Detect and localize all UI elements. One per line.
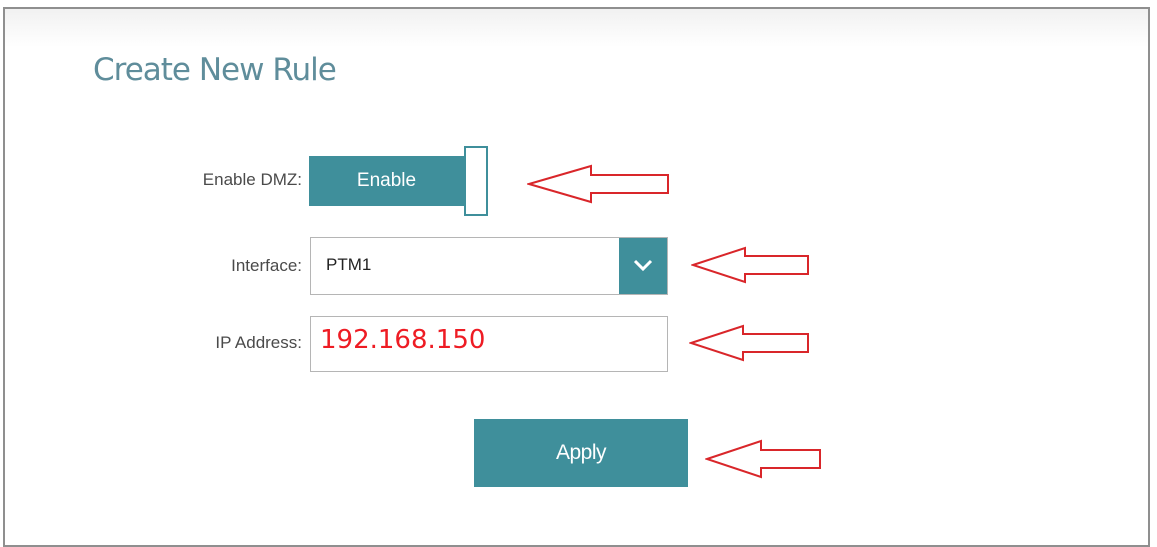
interface-label: Interface: (231, 256, 302, 275)
annotation-arrow-icon (691, 246, 809, 284)
ip-address-value: 192.168.150 (320, 325, 486, 355)
chevron-down-icon (633, 259, 653, 272)
toggle-knob[interactable] (464, 146, 488, 216)
interface-selected-value: PTM1 (326, 255, 372, 274)
annotation-arrow-icon (705, 439, 821, 479)
enable-dmz-toggle[interactable]: Enable (309, 146, 489, 216)
ip-address-input[interactable]: 192.168.150 (310, 316, 668, 372)
apply-button[interactable]: Apply (474, 419, 688, 487)
annotation-arrow-icon (689, 324, 809, 362)
enable-dmz-label: Enable DMZ: (202, 170, 302, 189)
enable-dmz-toggle-text: Enable (309, 156, 464, 206)
annotation-arrow-icon (527, 164, 669, 204)
interface-select[interactable]: PTM1 (310, 237, 668, 295)
panel-top-shading (5, 9, 1148, 47)
interface-dropdown-button[interactable] (619, 238, 667, 294)
ip-address-label: IP Address: (215, 333, 302, 352)
page-title: Create New Rule (93, 52, 337, 88)
